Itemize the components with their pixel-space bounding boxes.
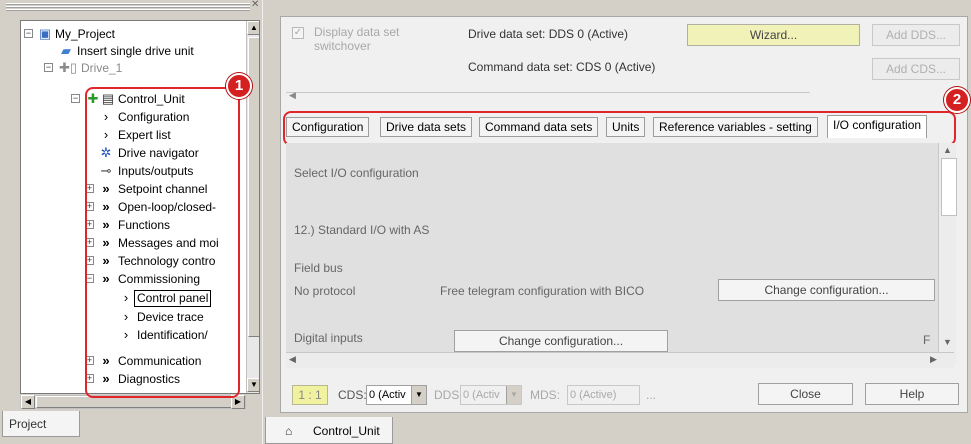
scroll-down-icon[interactable]: ▼ (943, 337, 952, 347)
cds-label: CDS: (338, 388, 367, 402)
cds-value: 0 (Activ (369, 389, 406, 401)
scroll-left-icon[interactable]: ◀ (289, 90, 296, 101)
dds-label: DDS: (434, 388, 463, 402)
callout-badge-2: 2 (944, 87, 970, 113)
callout-badge-1: 1 (226, 73, 252, 99)
close-button[interactable]: Close (758, 383, 853, 405)
scroll-left-icon[interactable]: ◀ (289, 354, 296, 365)
control-unit-icon: ⌂ (285, 424, 293, 438)
scroll-down-icon[interactable]: ▼ (247, 378, 259, 392)
dropdown-arrow-icon[interactable]: ▼ (411, 386, 426, 404)
cds-select[interactable]: 0 (Activ ▼ (366, 385, 427, 405)
tree-label: Insert single drive unit (77, 44, 194, 58)
collapse-icon[interactable]: − (24, 29, 33, 38)
add-cds-button[interactable]: Add CDS... (872, 58, 960, 80)
drive-icon: ✚▯ (59, 60, 78, 75)
io-configuration-panel: Select I/O configuration 12.) Standard I… (286, 143, 954, 368)
mds-value: 0 (Active) (570, 389, 617, 401)
switchover-label: Display data set switchover (314, 25, 400, 53)
scroll-thumb[interactable] (941, 158, 957, 216)
cut-off-text: F (923, 333, 931, 347)
change-configuration-di-button[interactable]: Change configuration... (454, 330, 668, 352)
dropdown-arrow-icon[interactable]: ▼ (506, 386, 521, 404)
free-telegram-label: Free telegram configuration with BICO (440, 284, 645, 298)
dds-select[interactable]: 0 (Activ ▼ (460, 385, 522, 405)
command-data-set-label: Command data set: CDS 0 (Active) (468, 60, 656, 74)
tree-label: Drive_1 (81, 61, 123, 75)
tab-label: Control_Unit (313, 424, 380, 438)
wizard-button[interactable]: Wizard... (687, 24, 860, 46)
content-horizontal-scrollbar[interactable]: ◀ ▶ (286, 352, 954, 368)
mds-label: MDS: (530, 388, 560, 402)
scroll-right-icon[interactable]: ▶ (930, 354, 937, 365)
project-icon: ▣ (38, 26, 52, 41)
tab-project[interactable]: Project (2, 411, 80, 437)
scroll-up-icon[interactable]: ▲ (247, 21, 259, 35)
scroll-left-icon[interactable]: ◀ (21, 395, 35, 409)
switchover-checkbox[interactable]: ✓ (292, 27, 304, 39)
mds-ellipsis[interactable]: ... (646, 388, 656, 402)
insert-icon: ▰ (61, 43, 71, 58)
drive-data-set-label: Drive data set: DDS 0 (Active) (468, 27, 629, 41)
dds-value: 0 (Activ (463, 389, 500, 401)
header-horizontal-scrollbar[interactable]: ◀ (286, 90, 810, 104)
mds-field: 0 (Active) (567, 385, 640, 405)
digital-inputs-label: Digital inputs (294, 331, 363, 345)
scroll-up-icon[interactable]: ▲ (943, 145, 952, 155)
pane-close-icon[interactable]: ✕ (251, 0, 259, 10)
change-configuration-fieldbus-button[interactable]: Change configuration... (718, 279, 935, 301)
select-io-label: Select I/O configuration (294, 166, 419, 180)
protocol-value: No protocol (294, 284, 356, 298)
tab-control-unit[interactable]: ⌂ Control_Unit (265, 417, 393, 444)
highlight-frame-tabs (283, 111, 956, 146)
ratio-badge: 1 : 1 (292, 385, 328, 405)
collapse-icon[interactable]: − (44, 63, 53, 72)
add-dds-button[interactable]: Add DDS... (872, 24, 960, 46)
field-bus-label: Field bus (294, 261, 343, 275)
highlight-frame-tree (85, 87, 240, 398)
collapse-icon[interactable]: − (71, 94, 80, 103)
tree-label: My_Project (55, 27, 116, 41)
pane-grip[interactable] (6, 3, 250, 11)
help-button[interactable]: Help (865, 383, 959, 405)
standard-io-label: 12.) Standard I/O with AS (294, 223, 430, 237)
